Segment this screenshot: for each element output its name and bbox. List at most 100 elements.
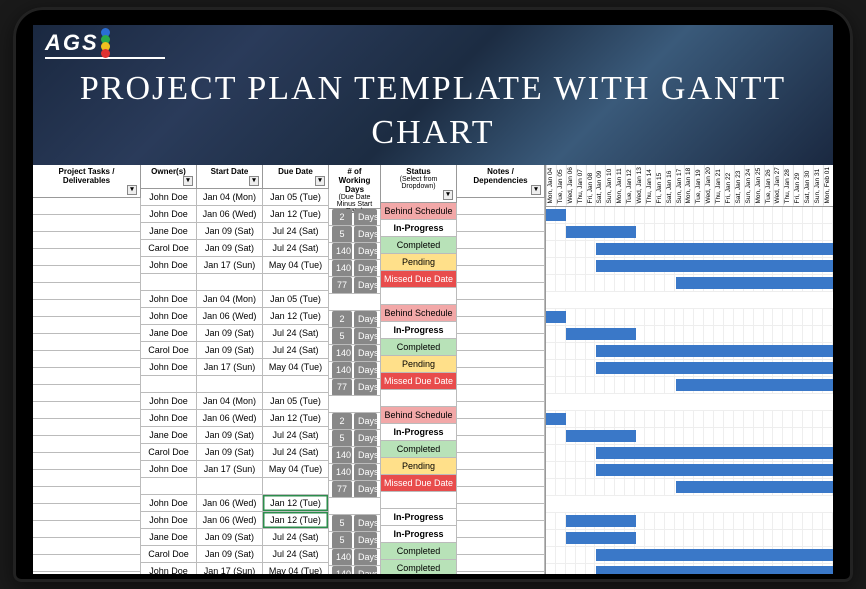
cell-status[interactable]: Missed Due Date bbox=[381, 373, 457, 390]
cell-due[interactable]: May 04 (Tue) bbox=[263, 359, 329, 376]
cell-notes[interactable] bbox=[457, 470, 545, 487]
cell-days[interactable]: 140Days bbox=[329, 243, 381, 260]
cell-status[interactable]: Missed Due Date bbox=[381, 271, 457, 288]
cell-notes[interactable] bbox=[457, 402, 545, 419]
cell-notes[interactable] bbox=[457, 266, 545, 283]
cell-due[interactable]: May 04 (Tue) bbox=[263, 563, 329, 574]
cell-due[interactable]: Jan 12 (Tue) bbox=[263, 495, 329, 512]
col-header-tasks[interactable]: Project Tasks / Deliverables ▾ bbox=[33, 165, 141, 198]
cell-owner[interactable]: John Doe bbox=[141, 393, 197, 410]
cell-tasks[interactable] bbox=[33, 215, 141, 232]
cell-start[interactable]: Jan 06 (Wed) bbox=[197, 512, 263, 529]
cell-start[interactable]: Jan 06 (Wed) bbox=[197, 308, 263, 325]
gantt-bar[interactable] bbox=[596, 362, 833, 374]
gantt-bar[interactable] bbox=[566, 226, 636, 238]
cell-notes[interactable] bbox=[457, 249, 545, 266]
cell-owner[interactable]: John Doe bbox=[141, 563, 197, 574]
cell-status[interactable]: In-Progress bbox=[381, 322, 457, 339]
cell-tasks[interactable] bbox=[33, 368, 141, 385]
cell-tasks[interactable] bbox=[33, 453, 141, 470]
cell-notes[interactable] bbox=[457, 300, 545, 317]
filter-icon[interactable]: ▾ bbox=[315, 176, 325, 186]
cell-status[interactable]: In-Progress bbox=[381, 509, 457, 526]
cell-days[interactable]: 140Days bbox=[329, 362, 381, 379]
cell-notes[interactable] bbox=[457, 538, 545, 555]
cell-due[interactable]: May 04 (Tue) bbox=[263, 461, 329, 478]
cell-notes[interactable] bbox=[457, 232, 545, 249]
gantt-bar[interactable] bbox=[566, 328, 636, 340]
cell-due[interactable]: Jul 24 (Sat) bbox=[263, 427, 329, 444]
gantt-bar[interactable] bbox=[596, 243, 833, 255]
cell-due[interactable]: Jul 24 (Sat) bbox=[263, 546, 329, 563]
cell-status[interactable]: Completed bbox=[381, 560, 457, 574]
gantt-bar[interactable] bbox=[676, 277, 833, 289]
gantt-bar[interactable] bbox=[546, 209, 566, 221]
cell-days[interactable]: 77Days bbox=[329, 379, 381, 396]
cell-status[interactable]: Pending bbox=[381, 356, 457, 373]
cell-owner[interactable]: John Doe bbox=[141, 291, 197, 308]
cell-owner[interactable]: John Doe bbox=[141, 189, 197, 206]
cell-days[interactable]: 5Days bbox=[329, 430, 381, 447]
cell-start[interactable]: Jan 09 (Sat) bbox=[197, 342, 263, 359]
cell-status[interactable]: Completed bbox=[381, 237, 457, 254]
gantt-bar[interactable] bbox=[676, 481, 833, 493]
col-header-owner[interactable]: Owner(s) ▾ bbox=[141, 165, 197, 189]
cell-due[interactable]: Jul 24 (Sat) bbox=[263, 529, 329, 546]
cell-start[interactable]: Jan 09 (Sat) bbox=[197, 444, 263, 461]
gantt-bar[interactable] bbox=[566, 532, 636, 544]
cell-start[interactable]: Jan 17 (Sun) bbox=[197, 461, 263, 478]
cell-owner[interactable]: John Doe bbox=[141, 308, 197, 325]
gantt-bar[interactable] bbox=[596, 447, 833, 459]
cell-start[interactable]: Jan 06 (Wed) bbox=[197, 410, 263, 427]
cell-tasks[interactable] bbox=[33, 317, 141, 334]
cell-start[interactable]: Jan 06 (Wed) bbox=[197, 206, 263, 223]
cell-owner[interactable]: John Doe bbox=[141, 257, 197, 274]
cell-days[interactable]: 140Days bbox=[329, 345, 381, 362]
cell-status[interactable]: Behind Schedule bbox=[381, 407, 457, 424]
gantt-bar[interactable] bbox=[596, 345, 833, 357]
cell-notes[interactable] bbox=[457, 555, 545, 572]
cell-tasks[interactable] bbox=[33, 232, 141, 249]
filter-icon[interactable]: ▾ bbox=[183, 176, 193, 186]
cell-days[interactable]: 140Days bbox=[329, 566, 381, 574]
cell-owner[interactable]: John Doe bbox=[141, 495, 197, 512]
cell-tasks[interactable] bbox=[33, 351, 141, 368]
cell-days[interactable]: 140Days bbox=[329, 447, 381, 464]
cell-status[interactable]: Behind Schedule bbox=[381, 203, 457, 220]
gantt-bar[interactable] bbox=[596, 260, 833, 272]
cell-days[interactable]: 77Days bbox=[329, 481, 381, 498]
cell-days[interactable]: 5Days bbox=[329, 328, 381, 345]
gantt-bar[interactable] bbox=[546, 311, 566, 323]
col-header-due[interactable]: Due Date ▾ bbox=[263, 165, 329, 189]
cell-due[interactable]: Jul 24 (Sat) bbox=[263, 240, 329, 257]
cell-status[interactable]: Completed bbox=[381, 339, 457, 356]
cell-start[interactable]: Jan 09 (Sat) bbox=[197, 529, 263, 546]
gantt-bar[interactable] bbox=[596, 566, 833, 575]
cell-days[interactable]: 2Days bbox=[329, 311, 381, 328]
cell-owner[interactable]: John Doe bbox=[141, 359, 197, 376]
cell-tasks[interactable] bbox=[33, 436, 141, 453]
cell-owner[interactable]: John Doe bbox=[141, 410, 197, 427]
col-header-status[interactable]: Status (Select from Dropdown) ▾ bbox=[381, 165, 457, 203]
cell-notes[interactable] bbox=[457, 436, 545, 453]
cell-start[interactable]: Jan 09 (Sat) bbox=[197, 546, 263, 563]
cell-due[interactable]: Jan 05 (Tue) bbox=[263, 393, 329, 410]
cell-owner[interactable]: Carol Doe bbox=[141, 342, 197, 359]
cell-days[interactable]: 5Days bbox=[329, 226, 381, 243]
cell-start[interactable]: Jan 04 (Mon) bbox=[197, 393, 263, 410]
cell-owner[interactable]: Jane Doe bbox=[141, 223, 197, 240]
cell-due[interactable]: Jul 24 (Sat) bbox=[263, 444, 329, 461]
cell-status[interactable]: Pending bbox=[381, 254, 457, 271]
gantt-bar[interactable] bbox=[596, 464, 833, 476]
cell-start[interactable]: Jan 06 (Wed) bbox=[197, 495, 263, 512]
cell-due[interactable]: Jan 05 (Tue) bbox=[263, 189, 329, 206]
cell-tasks[interactable] bbox=[33, 300, 141, 317]
cell-start[interactable]: Jan 04 (Mon) bbox=[197, 189, 263, 206]
cell-notes[interactable] bbox=[457, 453, 545, 470]
cell-owner[interactable]: Carol Doe bbox=[141, 444, 197, 461]
cell-status[interactable]: Completed bbox=[381, 441, 457, 458]
gantt-bar[interactable] bbox=[546, 413, 566, 425]
gantt-bar[interactable] bbox=[596, 549, 833, 561]
gantt-bar[interactable] bbox=[566, 430, 636, 442]
cell-days[interactable]: 5Days bbox=[329, 515, 381, 532]
